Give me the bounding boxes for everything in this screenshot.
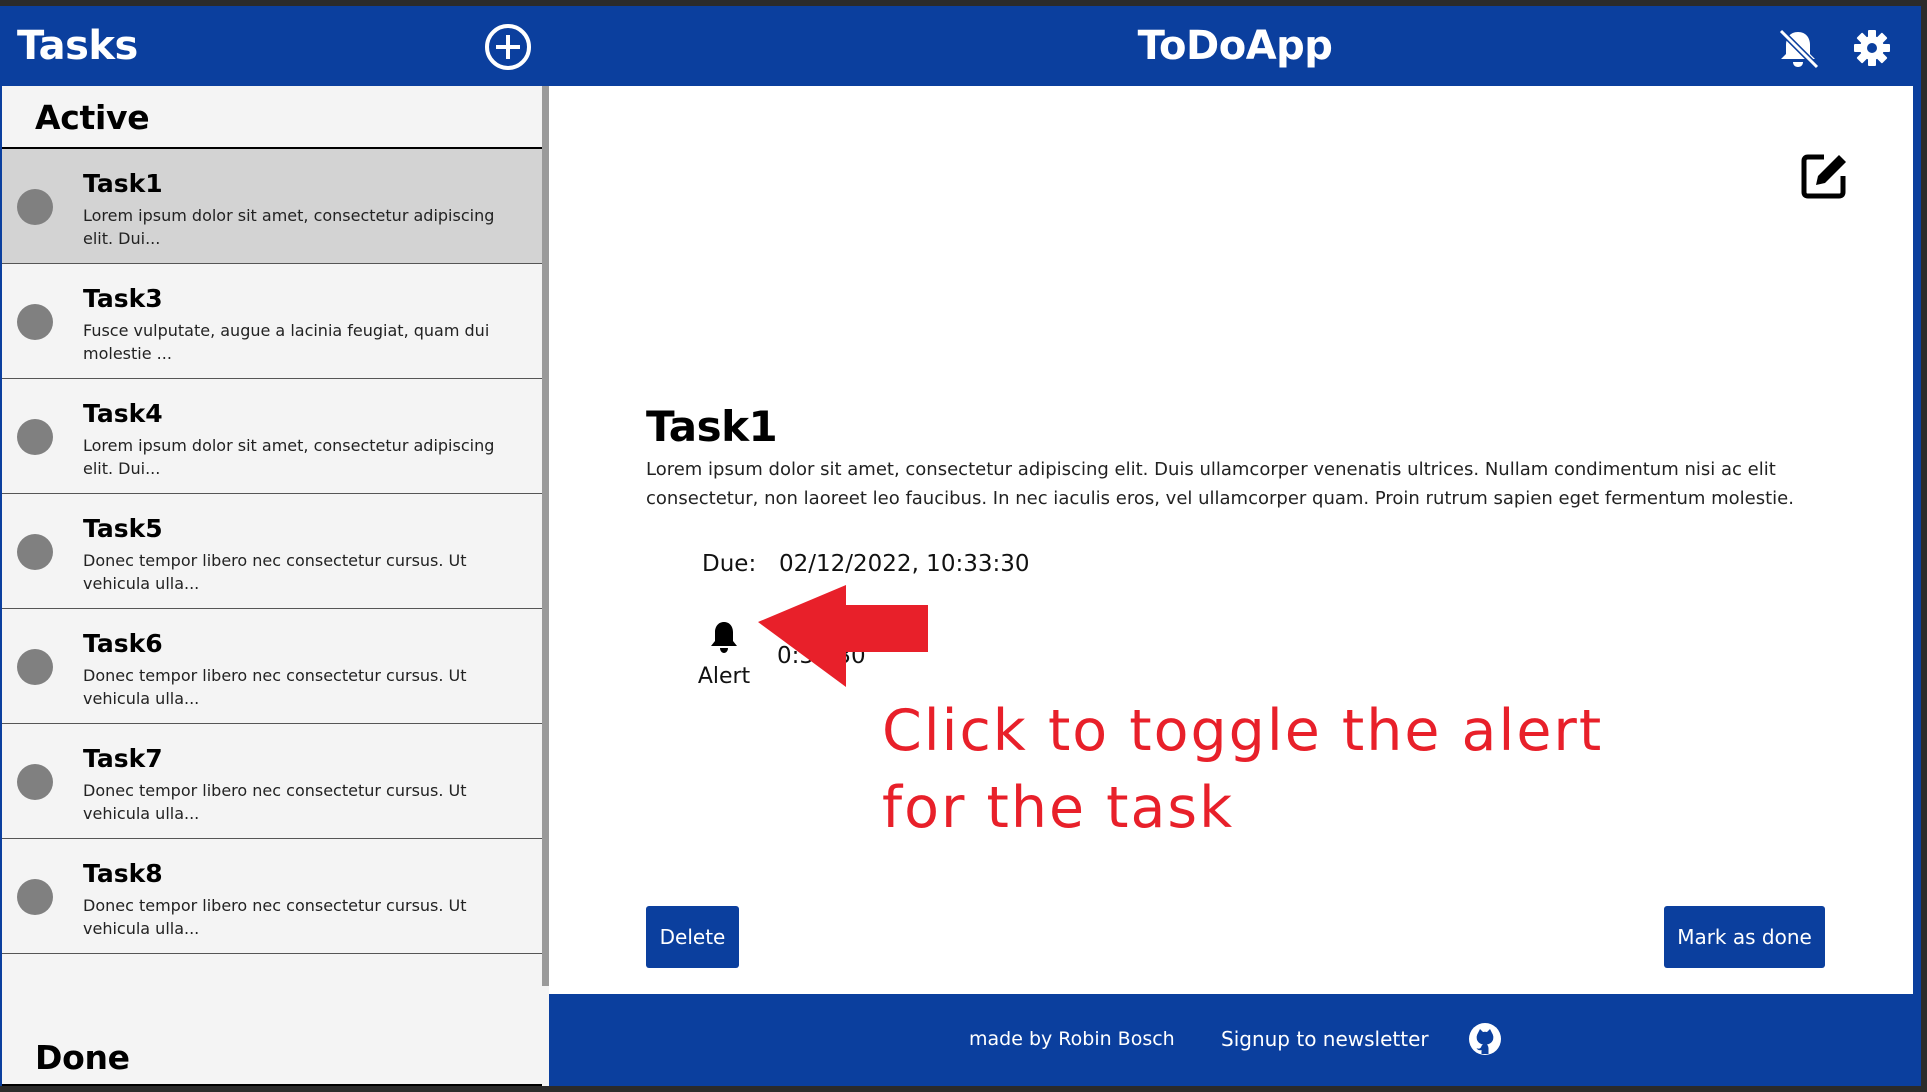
bell-icon bbox=[711, 622, 737, 653]
task-description: Lorem ipsum dolor sit amet, consectetur … bbox=[83, 206, 495, 248]
task-description: Lorem ipsum dolor sit amet, consectetur … bbox=[83, 436, 495, 478]
active-section-heading: Active bbox=[35, 98, 150, 137]
notifications-toggle-button[interactable] bbox=[1775, 26, 1821, 72]
task-list-item[interactable]: Task3 Fusce vulputate, augue a lacinia f… bbox=[2, 264, 542, 379]
due-label: Due: bbox=[702, 551, 757, 577]
task-list-item[interactable]: Task6 Donec tempor libero nec consectetu… bbox=[2, 609, 542, 724]
top-bar: Tasks ToDoApp bbox=[0, 6, 1921, 86]
add-task-button[interactable] bbox=[483, 22, 533, 72]
alert-label: Alert bbox=[697, 664, 751, 689]
plus-circle-icon bbox=[485, 24, 531, 70]
app-title: ToDoApp bbox=[1137, 23, 1333, 69]
task-description: Donec tempor libero nec consectetur curs… bbox=[83, 551, 467, 593]
mark-as-done-button[interactable]: Mark as done bbox=[1664, 906, 1825, 968]
edit-task-button[interactable] bbox=[1798, 148, 1852, 202]
sidebar-title: Tasks bbox=[17, 23, 138, 69]
github-icon bbox=[1469, 1023, 1501, 1055]
done-section-heading: Done bbox=[35, 1038, 130, 1077]
task-title: Task3 bbox=[83, 284, 163, 313]
divider bbox=[2, 1084, 542, 1086]
task-list-item[interactable]: Task4 Lorem ipsum dolor sit amet, consec… bbox=[2, 379, 542, 494]
alert-toggle-button[interactable]: Alert bbox=[689, 616, 759, 696]
task-status-dot[interactable] bbox=[17, 879, 53, 915]
task-detail-panel: Task1 Lorem ipsum dolor sit amet, consec… bbox=[549, 86, 1921, 994]
task-status-dot[interactable] bbox=[17, 649, 53, 685]
github-link[interactable] bbox=[1467, 1021, 1503, 1057]
task-status-dot[interactable] bbox=[17, 304, 53, 340]
task-sidebar: Active Task1 Lorem ipsum dolor sit amet,… bbox=[0, 86, 551, 1086]
author-credit: made by Robin Bosch bbox=[969, 1028, 1175, 1050]
due-date-value: 02/12/2022, 10:33:30 bbox=[779, 551, 1030, 577]
bell-off-icon bbox=[1778, 28, 1820, 70]
task-title: Task1 bbox=[83, 169, 163, 198]
task-list-item[interactable]: Task7 Donec tempor libero nec consectetu… bbox=[2, 724, 542, 839]
task-status-dot[interactable] bbox=[17, 534, 53, 570]
task-status-dot[interactable] bbox=[17, 189, 53, 225]
task-list-item[interactable]: Task1 Lorem ipsum dolor sit amet, consec… bbox=[2, 149, 542, 264]
task-detail-description: Lorem ipsum dolor sit amet, consectetur … bbox=[646, 459, 1794, 509]
annotation-arrow bbox=[758, 585, 928, 687]
task-description: Donec tempor libero nec consectetur curs… bbox=[83, 781, 467, 823]
newsletter-link[interactable]: Signup to newsletter bbox=[1221, 1027, 1429, 1051]
task-description: Donec tempor libero nec consectetur curs… bbox=[83, 666, 467, 708]
task-description: Fusce vulputate, augue a lacinia feugiat… bbox=[83, 321, 490, 363]
task-title: Task5 bbox=[83, 514, 163, 543]
task-list-item[interactable]: Task5 Donec tempor libero nec consectetu… bbox=[2, 494, 542, 609]
task-detail-title: Task1 bbox=[646, 402, 778, 451]
task-list-item[interactable]: Task8 Donec tempor libero nec consectetu… bbox=[2, 839, 542, 954]
task-status-dot[interactable] bbox=[17, 419, 53, 455]
active-task-list: Task1 Lorem ipsum dolor sit amet, consec… bbox=[2, 149, 542, 954]
task-title: Task7 bbox=[83, 744, 163, 773]
app-window: Tasks ToDoApp Active Task1 Lorem ipsum d… bbox=[0, 6, 1921, 1086]
task-status-dot[interactable] bbox=[17, 764, 53, 800]
task-title: Task8 bbox=[83, 859, 163, 888]
footer: made by Robin Bosch Signup to newsletter bbox=[549, 994, 1921, 1086]
gear-icon bbox=[1854, 30, 1890, 66]
task-description: Donec tempor libero nec consectetur curs… bbox=[83, 896, 467, 938]
edit-icon bbox=[1801, 154, 1846, 199]
delete-button[interactable]: Delete bbox=[646, 906, 739, 968]
window-edge bbox=[1913, 86, 1921, 994]
annotation-text: Click to toggle the alert for the task bbox=[882, 698, 1604, 841]
task-title: Task4 bbox=[83, 399, 163, 428]
settings-button[interactable] bbox=[1850, 26, 1894, 70]
task-title: Task6 bbox=[83, 629, 163, 658]
